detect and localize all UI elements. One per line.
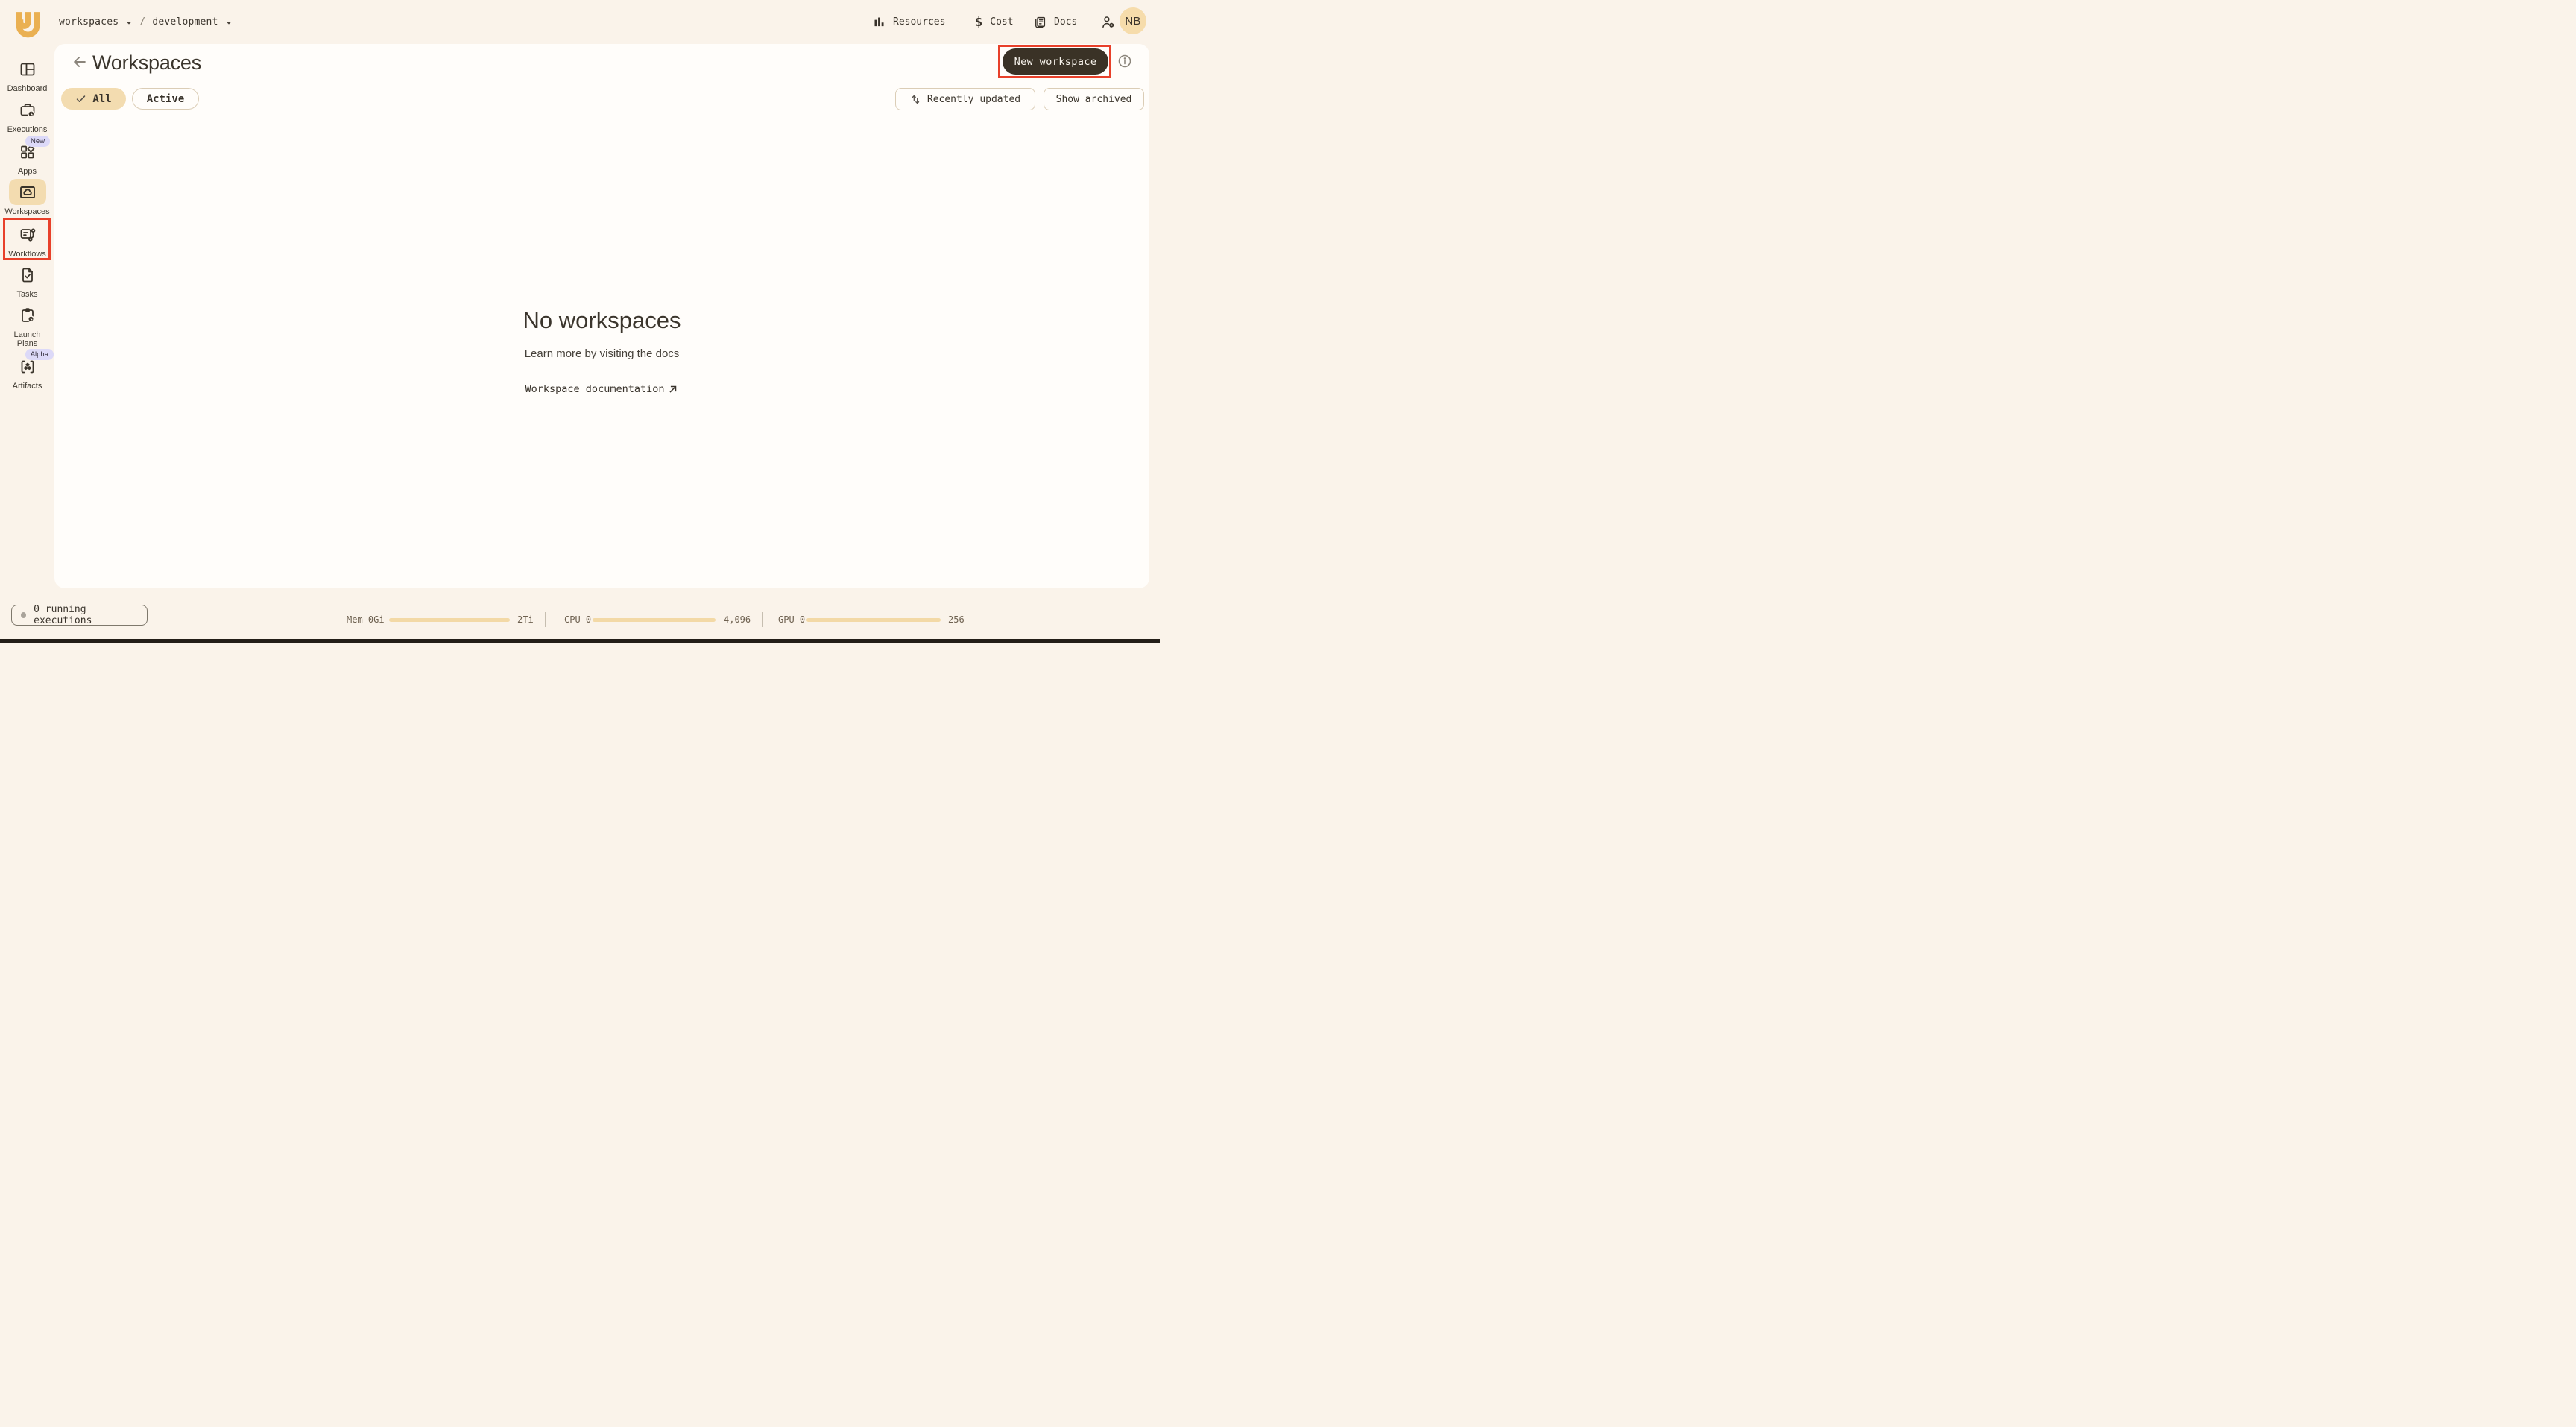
show-archived-button[interactable]: Show archived: [1044, 88, 1144, 110]
sidebar-item-label: Tasks: [16, 290, 38, 299]
empty-state-title: No workspaces: [523, 307, 681, 333]
sort-button-label: Recently updated: [926, 93, 1021, 105]
breadcrumb: workspaces / development: [59, 0, 233, 44]
chevron-down-icon[interactable]: [225, 19, 233, 27]
external-link-arrow-icon: [669, 385, 677, 393]
cpu-meter-max: 4,096: [724, 614, 751, 625]
breadcrumb-workspaces[interactable]: workspaces: [59, 16, 119, 28]
sidebar-item-label: Apps: [17, 167, 37, 176]
info-icon[interactable]: [1117, 54, 1132, 69]
mem-meter-max: 2Ti: [517, 614, 534, 625]
sidebar-item-tasks[interactable]: Tasks: [0, 266, 54, 299]
alpha-badge: Alpha: [25, 349, 54, 360]
page-title: Workspaces: [92, 51, 202, 74]
sidebar-item-executions[interactable]: Executions: [0, 101, 54, 134]
filter-chip-label: Active: [146, 92, 185, 105]
chevron-down-icon[interactable]: [125, 19, 133, 27]
new-workspace-button[interactable]: New workspace: [1003, 48, 1108, 75]
sidebar-item-workspaces[interactable]: Workspaces: [0, 179, 54, 216]
avatar[interactable]: NB: [1120, 7, 1146, 34]
tasks-icon: [22, 268, 33, 283]
sidebar-item-workflows[interactable]: Workflows: [0, 226, 54, 259]
nav-docs-label: Docs: [1054, 16, 1078, 28]
user-gear-icon[interactable]: [1101, 15, 1116, 30]
sidebar-item-launch-plans[interactable]: Launch Plans: [0, 306, 54, 348]
back-arrow-icon[interactable]: [72, 54, 88, 70]
filter-chip-label: All: [92, 92, 112, 105]
workspace-documentation-link[interactable]: Workspace documentation: [54, 383, 1149, 395]
cpu-meter-bar: [593, 618, 716, 622]
sort-button[interactable]: Recently updated: [895, 88, 1035, 110]
docs-icon: [1035, 16, 1046, 28]
running-executions-pill[interactable]: 0 running executions: [11, 604, 148, 626]
nav-cost-label: Cost: [990, 16, 1014, 28]
filter-chip-all[interactable]: All: [61, 88, 126, 110]
sidebar-item-label: Workflows: [8, 250, 46, 259]
sidebar: Dashboard Executions New Apps Workspaces…: [0, 44, 54, 643]
new-badge: New: [25, 136, 50, 147]
filter-chip-active[interactable]: Active: [132, 88, 199, 110]
sidebar-item-label: Artifacts: [12, 382, 42, 391]
gpu-meter-label: GPU 0: [778, 614, 806, 625]
window-bottom-edge: [0, 639, 1160, 643]
executions-icon: [20, 104, 35, 118]
meter-divider: [545, 612, 546, 627]
sidebar-item-artifacts[interactable]: Alpha Artifacts: [0, 349, 54, 391]
gpu-meter-max: 256: [948, 614, 965, 625]
meter-divider: [762, 612, 763, 627]
dashboard-icon: [20, 63, 34, 76]
sidebar-item-apps[interactable]: New Apps: [0, 136, 54, 176]
nav-docs[interactable]: Docs: [1033, 0, 1077, 44]
sidebar-item-label: Dashboard: [7, 84, 48, 93]
union-logo-icon[interactable]: [16, 7, 40, 38]
sort-arrows-icon: [912, 95, 920, 104]
mem-meter-bar: [389, 618, 510, 622]
nav-cost[interactable]: $ Cost: [975, 0, 1014, 44]
artifacts-icon: [21, 360, 34, 374]
show-archived-label: Show archived: [1055, 93, 1132, 105]
nav-resources-label: Resources: [893, 16, 946, 28]
sidebar-item-label: Workspaces: [4, 207, 50, 216]
breadcrumb-separator: /: [139, 16, 146, 28]
sidebar-item-label: Launch Plans: [13, 330, 41, 348]
empty-state-subtitle: Learn more by visiting the docs: [524, 347, 680, 360]
nav-resources[interactable]: Resources: [873, 0, 945, 44]
workflows-icon: [20, 228, 35, 242]
breadcrumb-development[interactable]: development: [152, 16, 218, 28]
running-executions-label: 0 running executions: [34, 604, 92, 626]
status-dot-icon: [21, 612, 27, 618]
dollar-icon: $: [975, 14, 983, 30]
top-bar: workspaces / development Resources $ Cos…: [0, 0, 1160, 44]
cpu-meter-label: CPU 0: [564, 614, 592, 625]
bar-chart-icon: [874, 17, 884, 27]
mem-meter-label: Mem 0Gi: [347, 614, 385, 625]
active-item-highlight: [8, 179, 46, 205]
launch-plans-icon: [21, 308, 34, 323]
check-icon: [77, 95, 86, 102]
workspace-documentation-label: Workspace documentation: [525, 383, 665, 395]
app-window: workspaces / development Resources $ Cos…: [0, 0, 1160, 643]
sidebar-item-label: Executions: [7, 125, 48, 134]
sidebar-item-dashboard[interactable]: Dashboard: [0, 60, 54, 93]
gpu-meter-bar: [806, 618, 941, 622]
workspaces-icon: [19, 186, 35, 198]
